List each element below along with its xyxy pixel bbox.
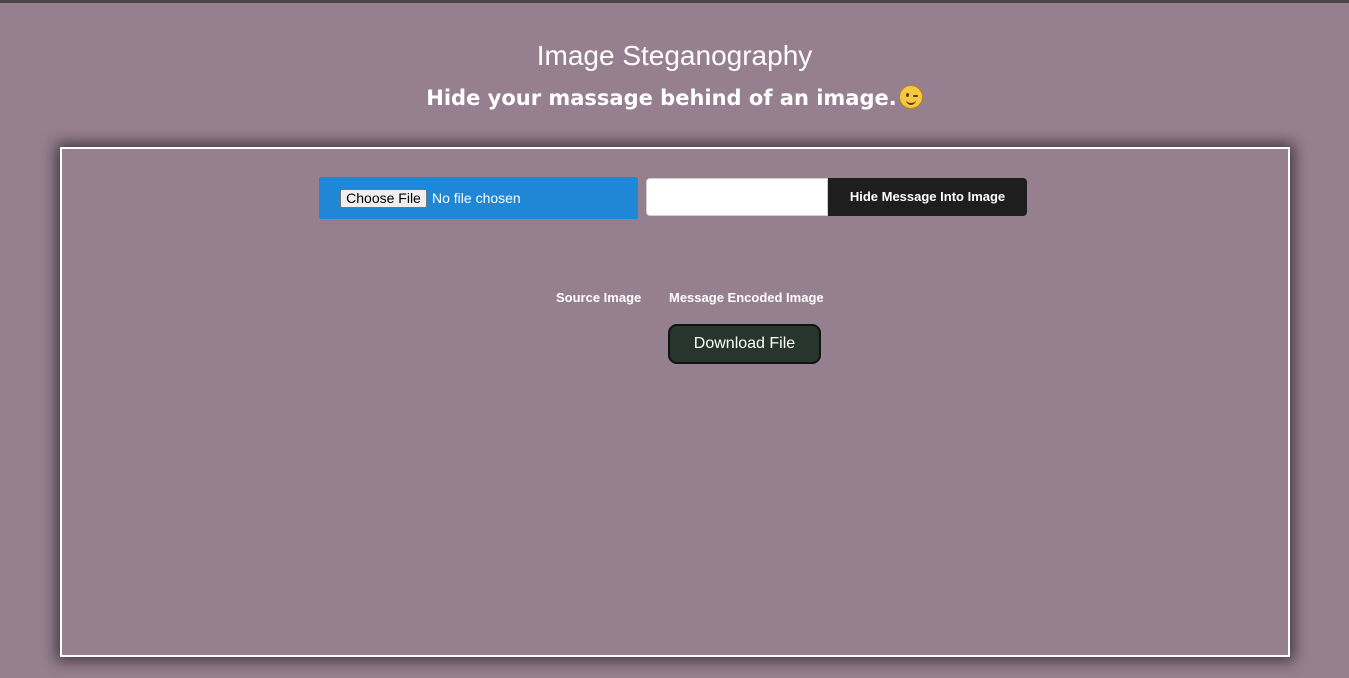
page-subtitle: Hide your massage behind of an image. <box>0 84 1349 112</box>
hide-message-button[interactable]: Hide Message Into Image <box>828 178 1027 216</box>
file-upload-box[interactable]: Choose File No file chosen <box>319 177 638 219</box>
message-input[interactable] <box>646 178 828 216</box>
subtitle-text: Hide your massage behind of an image. <box>426 86 897 110</box>
source-image-label: Source Image <box>556 290 642 305</box>
download-file-button[interactable]: Download File <box>668 324 821 364</box>
top-bar <box>0 0 1349 3</box>
page-title: Image Steganography <box>536 40 813 71</box>
wink-emoji-icon <box>898 85 923 109</box>
file-status-text: No file chosen <box>432 190 521 206</box>
choose-file-button[interactable]: Choose File <box>340 189 427 208</box>
main-panel <box>60 147 1290 657</box>
encoded-image-label: Message Encoded Image <box>669 290 824 305</box>
